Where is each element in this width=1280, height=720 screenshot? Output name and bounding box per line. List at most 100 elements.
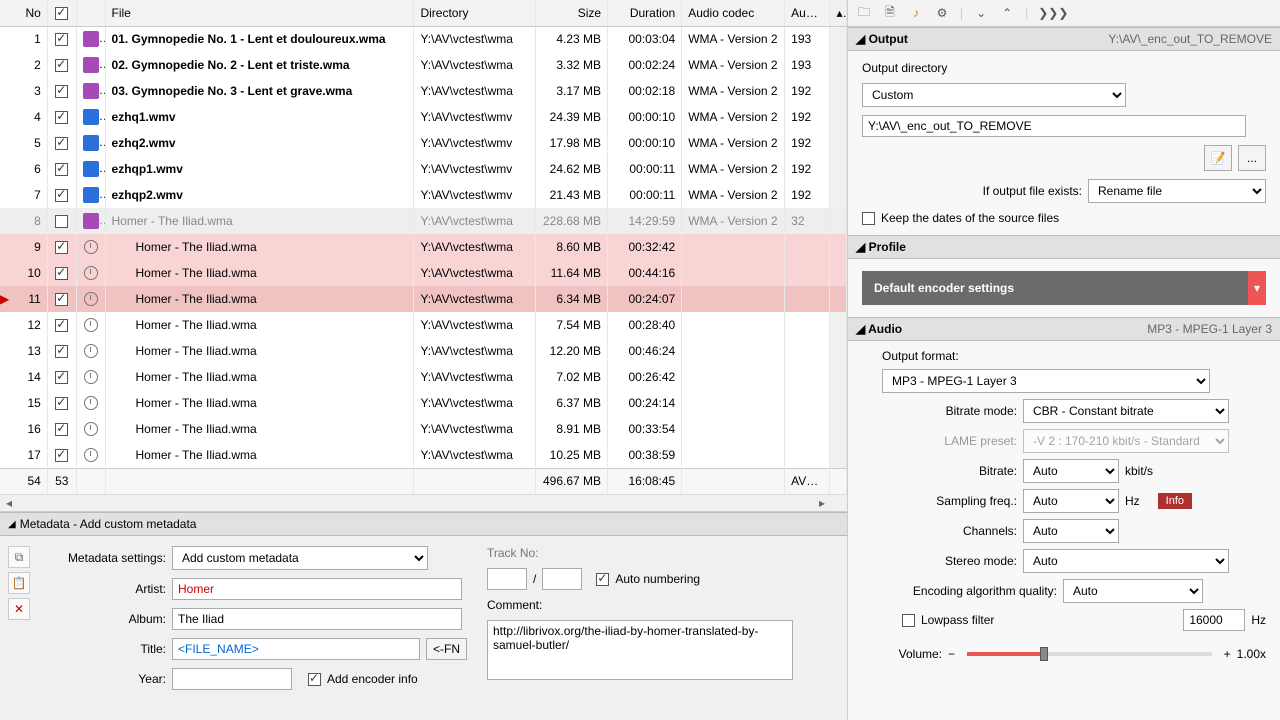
table-row[interactable]: 13Homer - The Iliad.wmaY:\AV\vctest\wma1… [0,338,847,364]
gear-icon[interactable]: ⚙ [934,6,950,20]
sampling-select[interactable]: Auto [1023,489,1119,513]
row-checkbox[interactable] [55,423,68,436]
keep-dates-checkbox[interactable] [862,212,875,225]
year-input[interactable] [172,668,292,690]
scroll-right-icon[interactable]: ▸ [814,496,830,510]
table-row[interactable]: 15Homer - The Iliad.wmaY:\AV\vctest\wma6… [0,390,847,416]
scroll-up-icon[interactable]: ▴ [830,0,847,26]
lowpass-checkbox[interactable] [902,614,915,627]
fast-forward-icon[interactable]: ❯❯❯ [1038,6,1054,20]
rename-pattern-icon[interactable]: 📝 [1204,145,1232,171]
col-dir[interactable]: Directory [414,0,536,26]
table-row[interactable]: 101. Gymnopedie No. 1 - Lent et douloure… [0,26,847,52]
row-checkbox[interactable] [55,371,68,384]
cell-check[interactable] [47,390,76,416]
info-badge[interactable]: Info [1158,493,1192,509]
vol-minus-icon[interactable]: − [948,647,955,661]
file-icon[interactable]: 🗎 [882,3,898,24]
table-row[interactable]: 16Homer - The Iliad.wmaY:\AV\vctest\wma8… [0,416,847,442]
col-codec[interactable]: Audio codec [682,0,785,26]
cell-check[interactable] [47,208,76,234]
cell-check[interactable] [47,286,76,312]
row-checkbox[interactable] [55,111,68,124]
cell-check[interactable] [47,234,76,260]
row-checkbox[interactable] [55,85,68,98]
bitrate-select[interactable]: Auto [1023,459,1119,483]
row-checkbox[interactable] [55,33,68,46]
cell-check[interactable] [47,312,76,338]
table-row[interactable]: ▶11Homer - The Iliad.wmaY:\AV\vctest\wma… [0,286,847,312]
col-no[interactable]: No [0,0,47,26]
cell-check[interactable] [47,130,76,156]
col-check[interactable] [47,0,76,26]
artist-input[interactable] [172,578,462,600]
row-checkbox[interactable] [55,215,68,228]
col-bitrate[interactable]: Audi... [785,0,830,26]
delete-icon[interactable]: ✕ [8,598,30,620]
row-checkbox[interactable] [55,163,68,176]
cell-check[interactable] [47,182,76,208]
track-to-input[interactable] [542,568,582,590]
table-row[interactable]: 6ezhqp1.wmvY:\AV\vctest\wmv24.62 MB00:00… [0,156,847,182]
metadata-header[interactable]: ◢ Metadata - Add custom metadata [0,512,847,536]
table-row[interactable]: 8Homer - The Iliad.wmaY:\AV\vctest\wma22… [0,208,847,234]
table-row[interactable]: 4ezhq1.wmvY:\AV\vctest\wmv24.39 MB00:00:… [0,104,847,130]
chevron-down-icon[interactable]: ⌄ [973,6,989,20]
col-dur[interactable]: Duration [608,0,682,26]
cell-check[interactable] [47,26,76,52]
vol-plus-icon[interactable]: + [1224,647,1231,661]
table-row[interactable]: 12Homer - The Iliad.wmaY:\AV\vctest\wma7… [0,312,847,338]
table-row[interactable]: 202. Gymnopedie No. 2 - Lent et triste.w… [0,52,847,78]
output-dir-mode-select[interactable]: Custom [862,83,1126,107]
table-row[interactable]: 10Homer - The Iliad.wmaY:\AV\vctest\wma1… [0,260,847,286]
auto-numbering-checkbox[interactable] [596,573,609,586]
add-encoder-checkbox[interactable] [308,673,321,686]
channels-select[interactable]: Auto [1023,519,1119,543]
table-row[interactable]: 14Homer - The Iliad.wmaY:\AV\vctest\wma7… [0,364,847,390]
metadata-settings-select[interactable]: Add custom metadata [172,546,428,570]
bitrate-mode-select[interactable]: CBR - Constant bitrate [1023,399,1229,423]
profile-header[interactable]: ◢ Profile [848,235,1280,259]
cell-check[interactable] [47,416,76,442]
cell-check[interactable] [47,442,76,468]
chevron-up-icon[interactable]: ⌃ [999,6,1015,20]
col-file[interactable]: File [105,0,414,26]
output-header[interactable]: ◢ Output Y:\AV\_enc_out_TO_REMOVE [848,27,1280,51]
cell-check[interactable] [47,104,76,130]
exists-select[interactable]: Rename file [1088,179,1266,203]
fn-button[interactable]: <-FN [426,638,467,660]
cell-check[interactable] [47,364,76,390]
cell-check[interactable] [47,338,76,364]
cell-check[interactable] [47,156,76,182]
row-checkbox[interactable] [55,319,68,332]
title-input[interactable] [172,638,420,660]
paste-icon[interactable]: 📋 [8,572,30,594]
volume-slider[interactable] [967,652,1212,656]
row-checkbox[interactable] [55,241,68,254]
table-row[interactable]: 5ezhq2.wmvY:\AV\vctest\wmv17.98 MB00:00:… [0,130,847,156]
cell-check[interactable] [47,52,76,78]
stereo-select[interactable]: Auto [1023,549,1229,573]
row-checkbox[interactable] [55,397,68,410]
row-checkbox[interactable] [55,59,68,72]
horizontal-scrollbar[interactable]: ◂ ▸ [0,494,847,511]
folder-icon[interactable]: 🗀 [856,3,872,24]
copy-icon[interactable]: ⧉ [8,546,30,568]
scroll-left-icon[interactable]: ◂ [1,496,17,510]
table-row[interactable]: 303. Gymnopedie No. 3 - Lent et grave.wm… [0,78,847,104]
album-input[interactable] [172,608,462,630]
row-checkbox[interactable] [55,345,68,358]
profile-name[interactable]: Default encoder settings [862,271,1248,305]
row-checkbox[interactable] [55,137,68,150]
comment-textarea[interactable]: http://librivox.org/the-iliad-by-homer-t… [487,620,793,680]
output-dir-input[interactable] [862,115,1246,137]
table-row[interactable]: 17Homer - The Iliad.wmaY:\AV\vctest\wma1… [0,442,847,468]
lowpass-input[interactable] [1183,609,1245,631]
cell-check[interactable] [47,260,76,286]
table-row[interactable]: 9Homer - The Iliad.wmaY:\AV\vctest\wma8.… [0,234,847,260]
profile-dropdown-icon[interactable]: ▾ [1248,271,1266,305]
col-icon[interactable] [76,0,105,26]
audio-header[interactable]: ◢ Audio MP3 - MPEG-1 Layer 3 [848,317,1280,341]
track-from-input[interactable] [487,568,527,590]
row-checkbox[interactable] [55,293,68,306]
